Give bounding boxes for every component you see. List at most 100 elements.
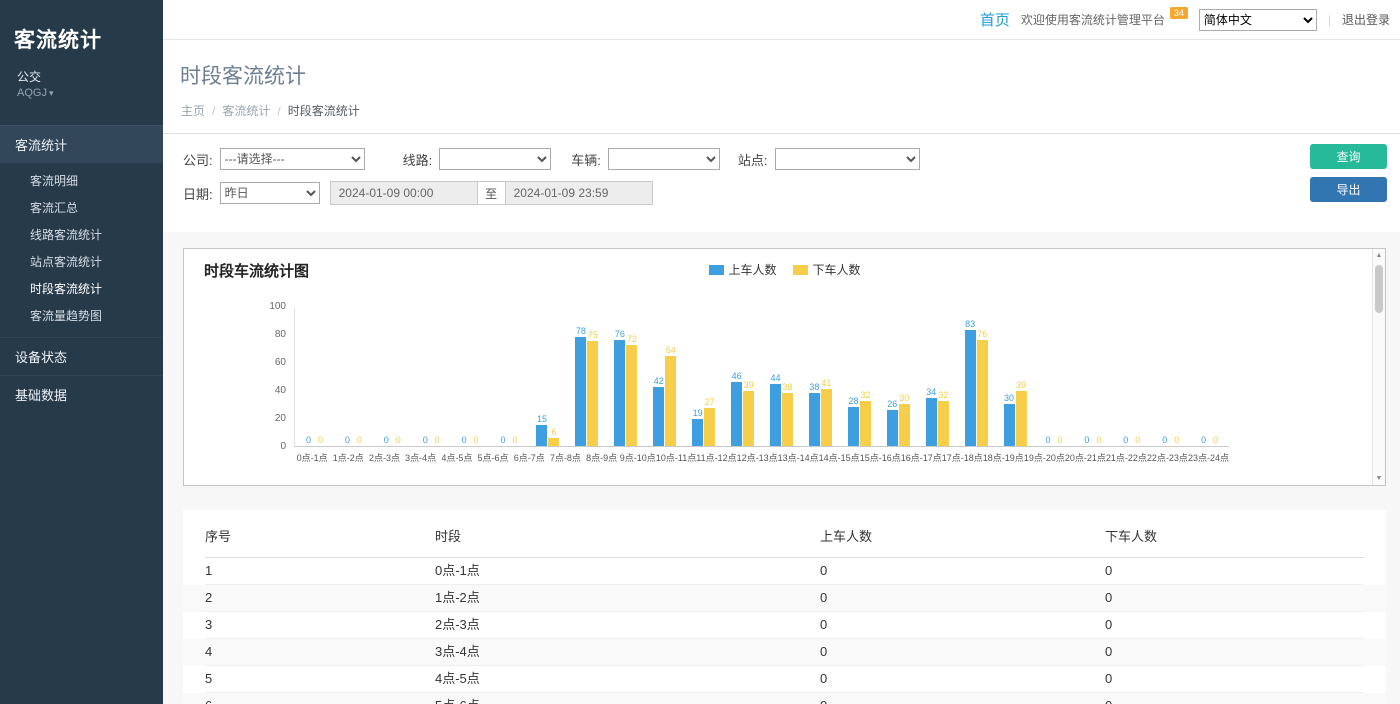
station-select[interactable]	[775, 148, 920, 170]
sidebar-section[interactable]: 设备状态	[0, 337, 163, 375]
bar-group: 00	[373, 307, 412, 446]
scroll-up-icon[interactable]: ▲	[1376, 252, 1383, 259]
table-row[interactable]: 54点-5点00	[183, 666, 1386, 693]
bar[interactable]: 39	[743, 391, 754, 446]
bar[interactable]: 38	[809, 393, 820, 446]
bar-group: 3841	[801, 307, 840, 446]
column-header: 上车人数	[820, 526, 1105, 558]
bar[interactable]: 78	[575, 337, 586, 446]
date-range-group: 至	[330, 181, 653, 205]
company-select[interactable]: ---请选择---	[220, 148, 365, 170]
bar[interactable]: 76	[614, 340, 625, 446]
bar[interactable]: 32	[938, 401, 949, 446]
x-axis-label: 6点-7点	[511, 451, 547, 464]
welcome-text: 欢迎使用客流统计管理平台	[1021, 11, 1165, 28]
bar[interactable]: 76	[977, 340, 988, 446]
table-row[interactable]: 10点-1点00	[183, 558, 1386, 585]
query-button[interactable]: 查询	[1310, 144, 1387, 169]
line-select[interactable]	[439, 148, 551, 170]
bar[interactable]: 75	[587, 341, 598, 446]
bar[interactable]: 64	[665, 356, 676, 446]
x-axis-label: 14点-15点	[819, 451, 860, 464]
table-row[interactable]: 21点-2点00	[183, 585, 1386, 612]
bar[interactable]: 72	[626, 345, 637, 446]
table-cell: 4点-5点	[435, 666, 820, 693]
home-link[interactable]: 首页	[980, 9, 1010, 30]
sidebar-item[interactable]: 站点客流统计	[0, 248, 163, 275]
bar[interactable]: 30	[1004, 404, 1015, 446]
table-cell: 3点-4点	[435, 639, 820, 666]
bar[interactable]: 41	[821, 389, 832, 446]
bar[interactable]: 38	[782, 393, 793, 446]
table-cell: 0	[1105, 585, 1364, 612]
legend-label: 下车人数	[813, 261, 861, 278]
chart-y-axis: 020406080100	[242, 307, 294, 447]
breadcrumb-item[interactable]: 时段客流统计	[288, 104, 360, 118]
bar-value-label: 0	[1135, 435, 1140, 445]
bar[interactable]: 19	[692, 419, 703, 446]
sidebar-item[interactable]: 时段客流统计	[0, 275, 163, 302]
bar-value-label: 0	[1123, 435, 1128, 445]
date-start-input[interactable]	[330, 181, 478, 205]
bar-value-label: 0	[306, 435, 311, 445]
org-selector[interactable]: AQGJ▾	[0, 85, 163, 99]
table-cell: 0	[820, 639, 1105, 666]
bar[interactable]: 30	[899, 404, 910, 446]
bar-group: 7875	[567, 307, 606, 446]
logout-link[interactable]: 退出登录	[1342, 11, 1390, 28]
bar-group: 00	[1190, 307, 1229, 446]
bar-value-label: 26	[887, 399, 897, 409]
bar-value-label: 0	[345, 435, 350, 445]
bar[interactable]: 42	[653, 387, 664, 446]
breadcrumb-item[interactable]: 主页	[181, 104, 205, 118]
sidebar-item[interactable]: 客流明细	[0, 167, 163, 194]
legend-item[interactable]: 下车人数	[793, 261, 861, 278]
sidebar-item[interactable]: 线路客流统计	[0, 221, 163, 248]
main-area: 首页 欢迎使用客流统计管理平台 34 简体中文 | 退出登录 时段客流统计 主页…	[163, 0, 1400, 704]
date-preset-select[interactable]: 昨日	[220, 182, 320, 204]
table-row[interactable]: 43点-4点00	[183, 639, 1386, 666]
x-axis-label: 4点-5点	[439, 451, 475, 464]
chart-scrollbar[interactable]: ▲ ▼	[1372, 249, 1385, 485]
bar[interactable]: 46	[731, 382, 742, 446]
bar[interactable]: 27	[704, 408, 715, 446]
bar[interactable]: 28	[848, 407, 859, 446]
bar[interactable]: 44	[770, 384, 781, 446]
bar-value-label: 44	[771, 373, 781, 383]
sidebar-section[interactable]: 基础数据	[0, 375, 163, 413]
bar-group: 7672	[606, 307, 645, 446]
bar[interactable]: 39	[1016, 391, 1027, 446]
table-row[interactable]: 65点-6点00	[183, 693, 1386, 704]
table-cell: 0	[820, 612, 1105, 639]
sidebar-section[interactable]: 客流统计	[0, 125, 163, 163]
vehicle-select[interactable]	[608, 148, 720, 170]
app-title: 客流统计	[0, 0, 163, 64]
bar[interactable]: 6	[548, 438, 559, 446]
sidebar-item[interactable]: 客流量趋势图	[0, 302, 163, 329]
breadcrumb-item[interactable]: 客流统计	[222, 104, 270, 118]
notification-badge[interactable]: 34	[1170, 7, 1188, 19]
table-body: 10点-1点0021点-2点0032点-3点0043点-4点0054点-5点00…	[183, 558, 1386, 704]
language-select[interactable]: 简体中文	[1199, 9, 1317, 31]
table-cell: 0	[820, 666, 1105, 693]
legend-item[interactable]: 上车人数	[708, 261, 776, 278]
x-axis-label: 22点-23点	[1147, 451, 1188, 464]
bar[interactable]: 26	[887, 410, 898, 446]
bar[interactable]: 15	[536, 425, 547, 446]
bar-value-label: 0	[1201, 435, 1206, 445]
chart-x-labels: 0点-1点1点-2点2点-3点3点-4点4点-5点5点-6点6点-7点7点-8点…	[294, 451, 1229, 464]
sidebar-item[interactable]: 客流汇总	[0, 194, 163, 221]
bar-group: 1927	[684, 307, 723, 446]
bar[interactable]: 32	[860, 401, 871, 446]
x-axis-label: 17点-18点	[942, 451, 983, 464]
bar-value-label: 0	[318, 435, 323, 445]
bar[interactable]: 83	[965, 330, 976, 446]
table-row[interactable]: 32点-3点00	[183, 612, 1386, 639]
chart-plot: 0000000000001567875767242641927463944383…	[294, 307, 1229, 447]
scrollbar-thumb[interactable]	[1375, 265, 1383, 313]
date-end-input[interactable]	[505, 181, 653, 205]
bar-group: 3432	[918, 307, 957, 446]
scroll-down-icon[interactable]: ▼	[1376, 475, 1383, 482]
export-button[interactable]: 导出	[1310, 177, 1387, 202]
bar[interactable]: 34	[926, 398, 937, 446]
